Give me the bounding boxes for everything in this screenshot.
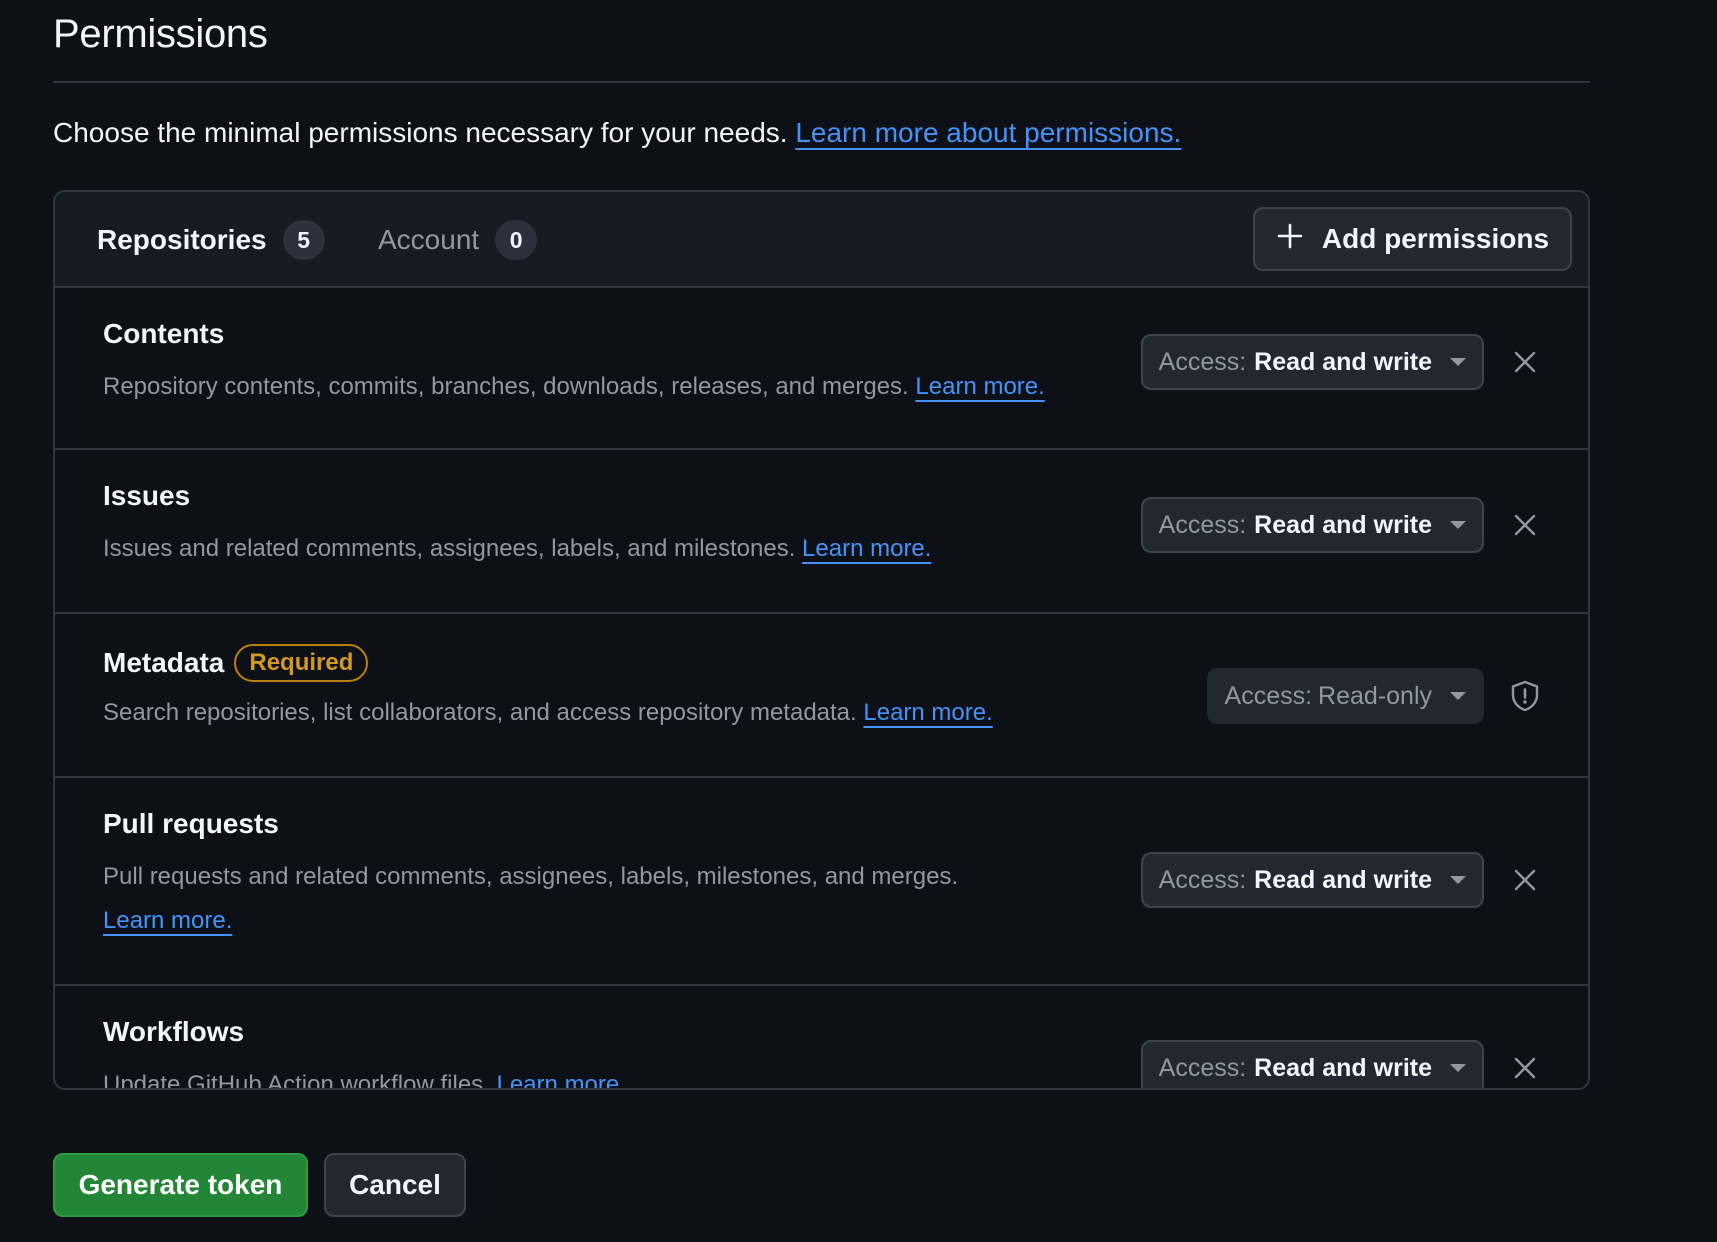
access-value: Read and write [1254,510,1432,539]
learn-more-link[interactable]: Learn more. [103,907,232,934]
close-icon[interactable] [1508,508,1542,542]
permission-description-text: Issues and related comments, assignees, … [103,535,796,562]
access-prefix: Access: [1224,681,1313,710]
tab-repositories-label: Repositories [97,224,267,255]
generate-token-button[interactable]: Generate token [53,1153,308,1217]
permission-name: Metadata Required [103,644,369,682]
page-title: Permissions [53,12,268,56]
access-value: Read and write [1254,1053,1432,1082]
permissions-panel: Repositories 5 Account 0 Add permissions… [53,190,1590,1090]
tab-repositories-count: 5 [282,220,325,260]
access-prefix: Access: [1158,865,1247,894]
access-value: Read-only [1318,681,1432,710]
permission-description-text: Repository contents, commits, branches, … [103,373,909,400]
access-value: Read and write [1254,347,1432,376]
close-icon[interactable] [1508,1051,1542,1085]
caret-down-icon [1450,358,1466,366]
permission-row-metadata: Metadata Required Search repositories, l… [55,614,1588,778]
permission-name: Pull requests [103,808,279,840]
title-divider [53,81,1590,83]
intro-description: Choose the minimal permissions necessary… [53,117,788,148]
caret-down-icon [1450,521,1466,529]
permission-name-text: Contents [103,318,225,349]
permission-description: Issues and related comments, assignees, … [103,527,1103,571]
permission-row-workflows: Workflows Update GitHub Action workflow … [55,986,1588,1090]
permission-description: Search repositories, list collaborators,… [103,691,1103,735]
access-dropdown[interactable]: Access: Read and write [1140,334,1484,390]
permission-description-text: Update GitHub Action workflow files. [103,1071,490,1090]
permission-description: Repository contents, commits, branches, … [103,365,1103,409]
tab-repositories[interactable]: Repositories 5 [97,219,325,261]
permission-description: Pull requests and related comments, assi… [103,855,1103,943]
plus-icon [1276,222,1304,257]
caret-down-icon [1450,876,1466,884]
access-prefix: Access: [1158,347,1247,376]
permission-name-text: Workflows [103,1016,245,1047]
required-badge: Required [234,644,369,682]
learn-more-link[interactable]: Learn more. [802,535,931,562]
learn-more-link[interactable]: Learn more. [863,699,992,726]
access-prefix: Access: [1158,1053,1247,1082]
permission-name: Contents [103,318,224,350]
permission-row-pull-requests: Pull requests Pull requests and related … [55,778,1588,986]
learn-more-link[interactable]: Learn more. [497,1071,626,1088]
permission-row-contents: Contents Repository contents, commits, b… [55,288,1588,450]
cancel-button[interactable]: Cancel [324,1153,466,1217]
access-dropdown[interactable]: Access: Read and write [1140,852,1484,908]
intro-text: Choose the minimal permissions necessary… [53,117,1181,149]
access-prefix: Access: [1158,510,1247,539]
tab-account[interactable]: Account 0 [378,219,538,261]
access-dropdown[interactable]: Access: Read and write [1140,1040,1484,1088]
permission-name-text: Pull requests [103,808,279,839]
caret-down-icon [1450,692,1466,700]
permission-description-text: Pull requests and related comments, assi… [103,863,959,890]
panel-header: Repositories 5 Account 0 Add permissions [55,192,1588,288]
close-icon[interactable] [1508,863,1542,897]
close-icon[interactable] [1508,345,1542,379]
learn-more-link[interactable]: Learn more. [915,373,1044,400]
permission-description: Update GitHub Action workflow files. Lea… [103,1063,1103,1090]
permission-list: Contents Repository contents, commits, b… [55,288,1588,1090]
add-permissions-button[interactable]: Add permissions [1253,207,1572,271]
caret-down-icon [1450,1064,1466,1072]
access-dropdown[interactable]: Access: Read and write [1140,497,1484,553]
permissions-page: Permissions Choose the minimal permissio… [0,0,1717,1242]
shield-icon [1508,679,1542,713]
add-permissions-label: Add permissions [1321,223,1550,254]
permission-name-text: Metadata [103,647,225,678]
access-dropdown[interactable]: Access: Read-only [1206,668,1484,724]
permission-description-text: Search repositories, list collaborators,… [103,699,857,726]
permission-name: Issues [103,480,190,512]
learn-more-permissions-link[interactable]: Learn more about permissions. [795,117,1181,148]
permission-row-issues: Issues Issues and related comments, assi… [55,450,1588,614]
tab-account-label: Account [378,224,480,255]
permission-name: Workflows [103,1016,244,1048]
tab-account-count: 0 [495,220,538,260]
access-value: Read and write [1254,865,1432,894]
permission-name-text: Issues [103,480,191,511]
